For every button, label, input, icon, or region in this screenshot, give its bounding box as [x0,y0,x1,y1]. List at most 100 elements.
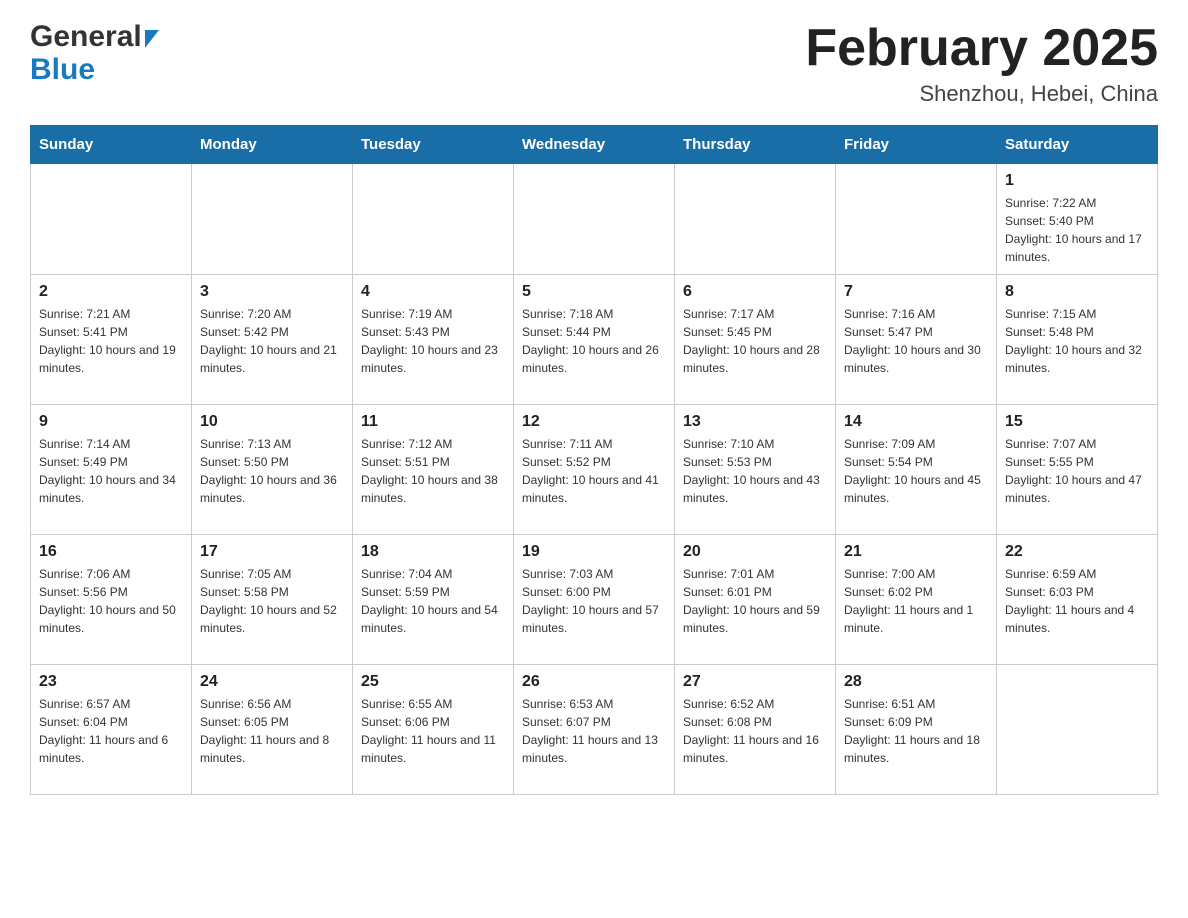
calendar-body: 1 Sunrise: 7:22 AMSunset: 5:40 PMDaylight… [31,164,1158,795]
logo: General Blue [30,20,159,86]
day-info: Sunrise: 7:11 AMSunset: 5:52 PMDaylight:… [522,435,666,507]
day-info: Sunrise: 7:22 AMSunset: 5:40 PMDaylight:… [1005,194,1149,266]
day-number: 21 [844,543,988,561]
logo-blue-text: Blue [30,53,159,86]
calendar-cell [353,164,514,275]
calendar-cell: 28 Sunrise: 6:51 AMSunset: 6:09 PMDayligh… [836,665,997,795]
day-info: Sunrise: 7:17 AMSunset: 5:45 PMDaylight:… [683,305,827,377]
day-number: 8 [1005,283,1149,301]
col-wednesday: Wednesday [514,126,675,164]
day-number: 12 [522,413,666,431]
col-monday: Monday [192,126,353,164]
col-saturday: Saturday [997,126,1158,164]
day-number: 27 [683,673,827,691]
calendar-subtitle: Shenzhou, Hebei, China [805,81,1158,107]
calendar-cell: 8 Sunrise: 7:15 AMSunset: 5:48 PMDaylight… [997,275,1158,405]
day-info: Sunrise: 7:20 AMSunset: 5:42 PMDaylight:… [200,305,344,377]
col-tuesday: Tuesday [353,126,514,164]
day-info: Sunrise: 6:56 AMSunset: 6:05 PMDaylight:… [200,695,344,767]
day-number: 10 [200,413,344,431]
calendar-week-4: 16 Sunrise: 7:06 AMSunset: 5:56 PMDayligh… [31,535,1158,665]
calendar-cell: 16 Sunrise: 7:06 AMSunset: 5:56 PMDayligh… [31,535,192,665]
calendar-cell [675,164,836,275]
calendar-week-3: 9Sunrise: 7:14 AMSunset: 5:49 PMDaylight… [31,405,1158,535]
calendar-cell: 22 Sunrise: 6:59 AMSunset: 6:03 PMDayligh… [997,535,1158,665]
calendar-cell: 12 Sunrise: 7:11 AMSunset: 5:52 PMDayligh… [514,405,675,535]
page-header: General Blue February 2025 Shenzhou, Heb… [30,20,1158,107]
calendar-cell [514,164,675,275]
day-info: Sunrise: 6:55 AMSunset: 6:06 PMDaylight:… [361,695,505,767]
calendar-cell: 3 Sunrise: 7:20 AMSunset: 5:42 PMDaylight… [192,275,353,405]
calendar-week-5: 23Sunrise: 6:57 AMSunset: 6:04 PMDayligh… [31,665,1158,795]
calendar-cell: 27 Sunrise: 6:52 AMSunset: 6:08 PMDayligh… [675,665,836,795]
calendar-week-2: 2 Sunrise: 7:21 AMSunset: 5:41 PMDaylight… [31,275,1158,405]
calendar-cell: 17 Sunrise: 7:05 AMSunset: 5:58 PMDayligh… [192,535,353,665]
day-info: Sunrise: 6:59 AMSunset: 6:03 PMDaylight:… [1005,565,1149,637]
day-info: Sunrise: 6:51 AMSunset: 6:09 PMDaylight:… [844,695,988,767]
day-info: Sunrise: 7:10 AMSunset: 5:53 PMDaylight:… [683,435,827,507]
title-block: February 2025 Shenzhou, Hebei, China [805,20,1158,107]
calendar-week-1: 1 Sunrise: 7:22 AMSunset: 5:40 PMDaylight… [31,164,1158,275]
calendar-cell: 25 Sunrise: 6:55 AMSunset: 6:06 PMDayligh… [353,665,514,795]
calendar-cell: 2 Sunrise: 7:21 AMSunset: 5:41 PMDaylight… [31,275,192,405]
day-number: 3 [200,283,344,301]
calendar-cell: 7 Sunrise: 7:16 AMSunset: 5:47 PMDaylight… [836,275,997,405]
day-number: 7 [844,283,988,301]
day-number: 1 [1005,172,1149,190]
calendar-cell: 24 Sunrise: 6:56 AMSunset: 6:05 PMDayligh… [192,665,353,795]
day-number: 2 [39,283,183,301]
calendar-title: February 2025 [805,20,1158,77]
calendar-cell: 26 Sunrise: 6:53 AMSunset: 6:07 PMDayligh… [514,665,675,795]
day-number: 4 [361,283,505,301]
day-number: 28 [844,673,988,691]
calendar-cell [192,164,353,275]
day-number: 20 [683,543,827,561]
calendar-cell: 23Sunrise: 6:57 AMSunset: 6:04 PMDayligh… [31,665,192,795]
calendar-cell: 15Sunrise: 7:07 AMSunset: 5:55 PMDayligh… [997,405,1158,535]
day-info: Sunrise: 7:18 AMSunset: 5:44 PMDaylight:… [522,305,666,377]
day-info: Sunrise: 7:12 AMSunset: 5:51 PMDaylight:… [361,435,505,507]
calendar-cell: 11Sunrise: 7:12 AMSunset: 5:51 PMDayligh… [353,405,514,535]
day-info: Sunrise: 7:21 AMSunset: 5:41 PMDaylight:… [39,305,183,377]
day-number: 16 [39,543,183,561]
calendar-cell [836,164,997,275]
calendar-cell [997,665,1158,795]
calendar-cell: 14Sunrise: 7:09 AMSunset: 5:54 PMDayligh… [836,405,997,535]
day-info: Sunrise: 6:53 AMSunset: 6:07 PMDaylight:… [522,695,666,767]
day-info: Sunrise: 7:06 AMSunset: 5:56 PMDaylight:… [39,565,183,637]
calendar-header: Sunday Monday Tuesday Wednesday Thursday… [31,126,1158,164]
day-info: Sunrise: 7:01 AMSunset: 6:01 PMDaylight:… [683,565,827,637]
calendar-cell: 10Sunrise: 7:13 AMSunset: 5:50 PMDayligh… [192,405,353,535]
day-info: Sunrise: 7:05 AMSunset: 5:58 PMDaylight:… [200,565,344,637]
logo-general-text: General [30,20,142,53]
day-number: 6 [683,283,827,301]
calendar-cell: 18Sunrise: 7:04 AMSunset: 5:59 PMDayligh… [353,535,514,665]
calendar-cell: 21Sunrise: 7:00 AMSunset: 6:02 PMDayligh… [836,535,997,665]
day-number: 24 [200,673,344,691]
day-number: 17 [200,543,344,561]
logo-triangle-icon [145,30,159,48]
calendar-cell: 19Sunrise: 7:03 AMSunset: 6:00 PMDayligh… [514,535,675,665]
day-number: 9 [39,413,183,431]
col-friday: Friday [836,126,997,164]
calendar-cell: 20 Sunrise: 7:01 AMSunset: 6:01 PMDayligh… [675,535,836,665]
day-number: 14 [844,413,988,431]
day-number: 25 [361,673,505,691]
day-number: 18 [361,543,505,561]
day-info: Sunrise: 6:57 AMSunset: 6:04 PMDaylight:… [39,695,183,767]
day-number: 26 [522,673,666,691]
header-row: Sunday Monday Tuesday Wednesday Thursday… [31,126,1158,164]
day-info: Sunrise: 6:52 AMSunset: 6:08 PMDaylight:… [683,695,827,767]
col-thursday: Thursday [675,126,836,164]
day-info: Sunrise: 7:03 AMSunset: 6:00 PMDaylight:… [522,565,666,637]
col-sunday: Sunday [31,126,192,164]
day-number: 22 [1005,543,1149,561]
day-number: 15 [1005,413,1149,431]
day-info: Sunrise: 7:19 AMSunset: 5:43 PMDaylight:… [361,305,505,377]
day-number: 13 [683,413,827,431]
day-info: Sunrise: 7:16 AMSunset: 5:47 PMDaylight:… [844,305,988,377]
calendar-cell: 5Sunrise: 7:18 AMSunset: 5:44 PMDaylight… [514,275,675,405]
calendar-cell: 9Sunrise: 7:14 AMSunset: 5:49 PMDaylight… [31,405,192,535]
calendar-cell: 1 Sunrise: 7:22 AMSunset: 5:40 PMDaylight… [997,164,1158,275]
day-info: Sunrise: 7:15 AMSunset: 5:48 PMDaylight:… [1005,305,1149,377]
